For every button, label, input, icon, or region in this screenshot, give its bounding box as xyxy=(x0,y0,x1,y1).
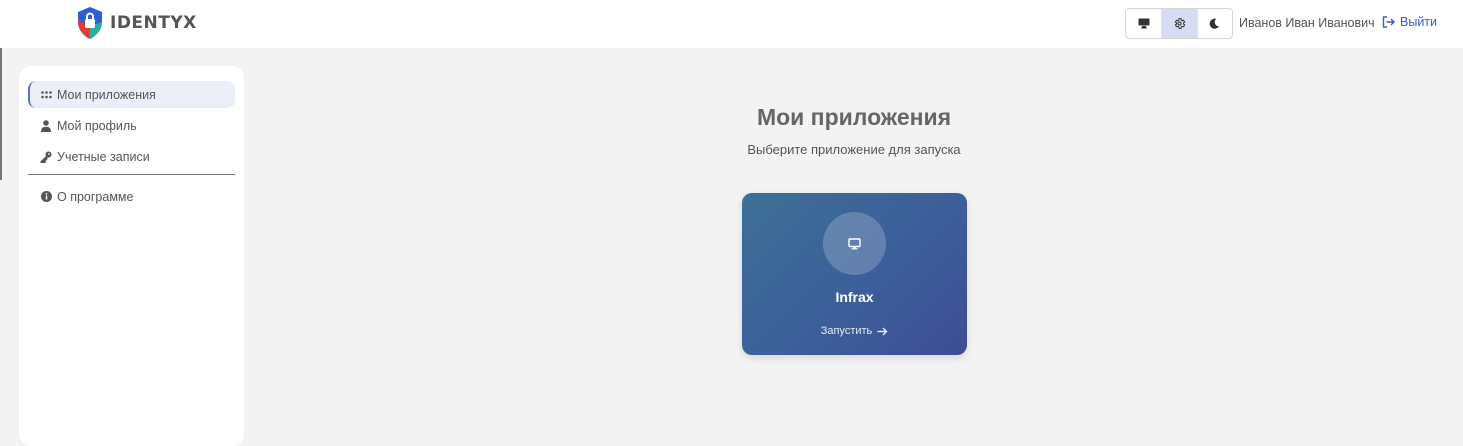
sidebar-nav: Мои приложения Мой профиль Учетные запис… xyxy=(28,81,235,214)
info-icon xyxy=(40,191,52,203)
app-launch-link[interactable]: Запустить xyxy=(742,325,967,337)
sidebar-item-label: Мой профиль xyxy=(57,118,137,133)
sidebar-item-my-profile[interactable]: Мой профиль xyxy=(28,112,235,139)
brand-name: IDENTYX xyxy=(110,13,197,33)
theme-system-button[interactable] xyxy=(1126,9,1161,38)
app-name: Infrax xyxy=(835,289,874,305)
sidebar-item-label: О программе xyxy=(57,189,134,204)
page-subtitle: Выберите приложение для запуска xyxy=(747,142,961,157)
sidebar-item-about[interactable]: О программе xyxy=(28,183,235,210)
gear-icon xyxy=(1174,18,1186,29)
monitor-icon xyxy=(1138,18,1150,29)
logout-button[interactable]: Выйти xyxy=(1382,15,1437,29)
key-icon xyxy=(40,151,52,163)
theme-dark-button[interactable] xyxy=(1196,9,1232,38)
theme-switcher xyxy=(1125,8,1233,39)
sidebar: Мои приложения Мой профиль Учетные запис… xyxy=(19,66,244,446)
sidebar-item-label: Мои приложения xyxy=(57,87,156,102)
brand-logo[interactable]: IDENTYX xyxy=(76,6,197,40)
apps-grid-icon xyxy=(40,89,52,101)
sidebar-item-my-apps[interactable]: Мои приложения xyxy=(28,81,235,108)
sidebar-item-accounts[interactable]: Учетные записи xyxy=(28,143,235,170)
logout-label: Выйти xyxy=(1400,15,1438,29)
top-header: IDENTYX Иванов Иван Иванович Выйти xyxy=(0,0,1463,48)
sidebar-item-label: Учетные записи xyxy=(57,149,150,164)
logout-icon xyxy=(1382,16,1395,28)
user-icon xyxy=(40,119,52,132)
shield-lock-icon xyxy=(78,7,102,39)
user-name: Иванов Иван Иванович xyxy=(1239,16,1375,30)
sidebar-divider xyxy=(28,174,235,175)
app-icon-badge xyxy=(823,212,886,275)
app-launch-label: Запустить xyxy=(820,325,873,337)
theme-auto-button[interactable] xyxy=(1161,9,1197,38)
monitor-icon xyxy=(848,237,861,249)
app-card-infrax[interactable]: Infrax Запустить xyxy=(742,193,967,355)
window-edge xyxy=(0,48,2,180)
arrow-right-icon xyxy=(877,327,888,335)
page-title: Мои приложения xyxy=(756,104,952,130)
moon-icon xyxy=(1210,18,1220,29)
